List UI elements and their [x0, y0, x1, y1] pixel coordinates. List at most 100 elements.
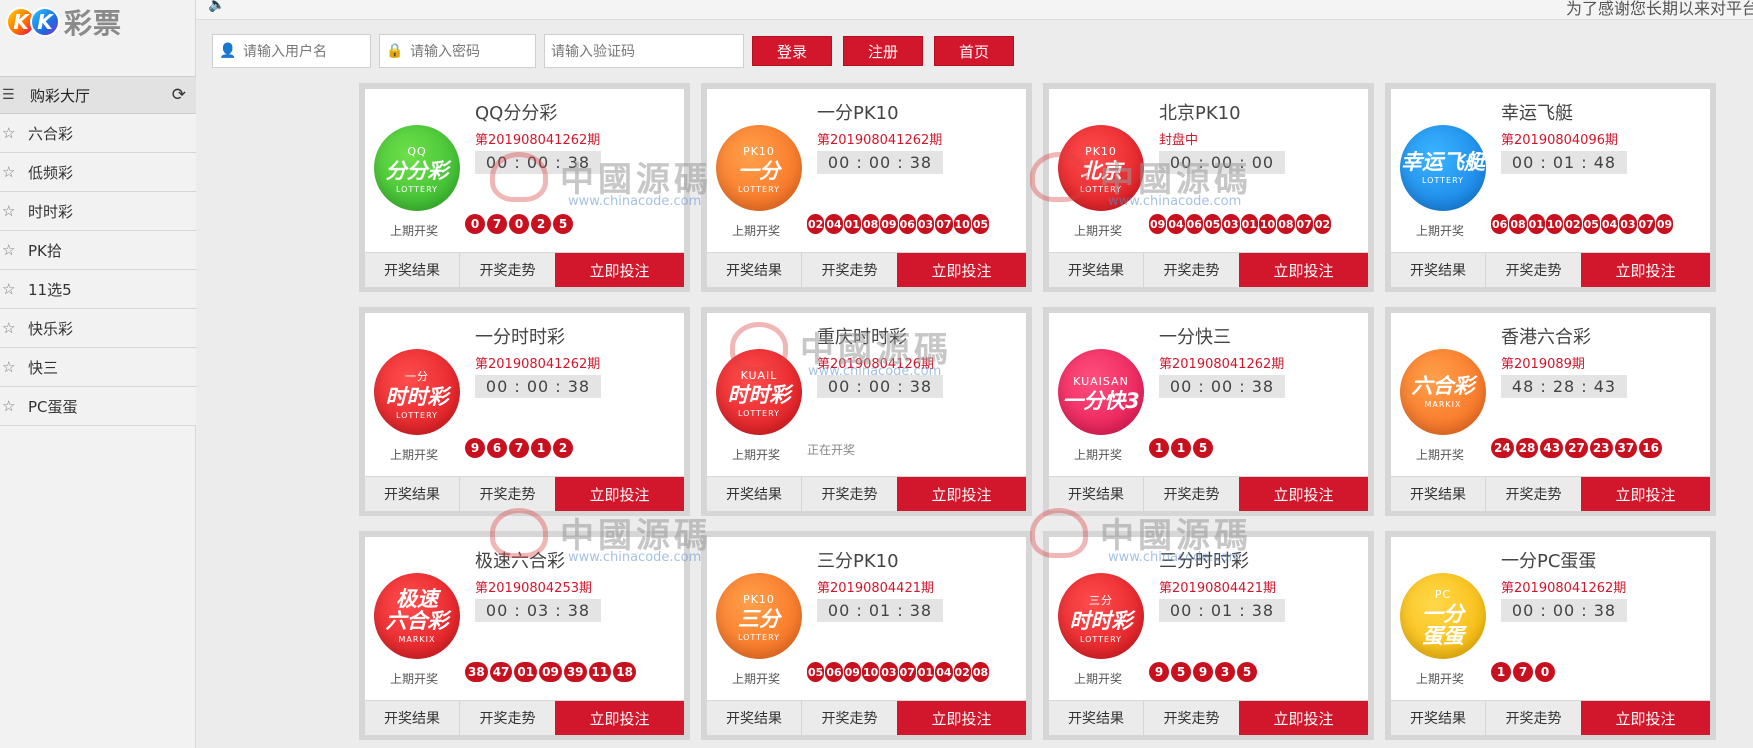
game-title[interactable]: 极速六合彩	[475, 547, 565, 573]
trend-button[interactable]: 开奖走势	[1486, 701, 1581, 735]
star-outline-icon: ☆	[2, 241, 16, 259]
trend-button[interactable]: 开奖走势	[802, 701, 897, 735]
game-logo[interactable]: QQ 分分彩 LOTTERY	[374, 125, 460, 211]
game-title[interactable]: QQ分分彩	[475, 99, 557, 125]
game-logo[interactable]: 一分 时时彩 LOTTERY	[374, 349, 460, 435]
game-logo[interactable]: 极速 六合彩 MARKIX	[374, 573, 460, 659]
trend-button[interactable]: 开奖走势	[802, 253, 897, 287]
game-logo[interactable]: PK10 北京 LOTTERY	[1058, 125, 1144, 211]
results-button[interactable]: 开奖结果	[1391, 477, 1486, 511]
game-title[interactable]: 三分PK10	[817, 547, 899, 573]
trend-button[interactable]: 开奖走势	[1486, 477, 1581, 511]
username-field[interactable]: 👤 请输入用户名	[212, 34, 371, 68]
trend-button[interactable]: 开奖走势	[1144, 253, 1239, 287]
home-button[interactable]: 首页	[934, 36, 1014, 66]
sidebar-item-11xuan5[interactable]: ☆ 11选5	[0, 270, 196, 309]
game-title[interactable]: 幸运飞艇	[1501, 99, 1573, 125]
results-button[interactable]: 开奖结果	[1049, 701, 1144, 735]
login-bar: 👤 请输入用户名 🔒 请输入密码 请输入验证码 登录 注册 首页	[212, 34, 1025, 68]
captcha-field[interactable]: 请输入验证码	[544, 34, 744, 68]
game-title[interactable]: 香港六合彩	[1501, 323, 1591, 349]
bet-now-button[interactable]: 立即投注	[1239, 253, 1368, 287]
results-button[interactable]: 开奖结果	[365, 477, 460, 511]
sidebar-item-kuaisan[interactable]: ☆ 快三	[0, 348, 196, 387]
game-title[interactable]: 一分PC蛋蛋	[1501, 547, 1596, 573]
game-logo[interactable]: PC 一分 蛋蛋	[1400, 573, 1486, 659]
login-button[interactable]: 登录	[752, 36, 832, 66]
game-logo[interactable]: 六合彩 MARKIX	[1400, 349, 1486, 435]
notice-strip: 🔈 为了感谢您长期以来对平台的信任与支持，为您	[196, 0, 1753, 20]
results-button[interactable]: 开奖结果	[707, 701, 802, 735]
game-title[interactable]: 重庆时时彩	[817, 323, 907, 349]
game-logo[interactable]: 三分 时时彩 LOTTERY	[1058, 573, 1144, 659]
sidebar-item-pk10[interactable]: ☆ PK拾	[0, 231, 196, 270]
star-outline-icon: ☆	[2, 319, 16, 337]
game-logo-sub-text: LOTTERY	[737, 633, 781, 642]
results-button[interactable]: 开奖结果	[1391, 701, 1486, 735]
star-outline-icon: ☆	[2, 163, 16, 181]
result-ball: 01	[514, 662, 538, 682]
refresh-icon[interactable]: ⟳	[172, 85, 186, 105]
bet-now-button[interactable]: 立即投注	[1239, 477, 1368, 511]
site-logo[interactable]: K K 彩票	[6, 2, 156, 42]
trend-button[interactable]: 开奖走势	[802, 477, 897, 511]
sidebar-item-kuailecai[interactable]: ☆ 快乐彩	[0, 309, 196, 348]
game-logo-top-text: 一分	[405, 369, 429, 383]
trend-button[interactable]: 开奖走势	[1486, 253, 1581, 287]
trend-button[interactable]: 开奖走势	[460, 477, 555, 511]
card-actions: 开奖结果 开奖走势 立即投注	[1391, 252, 1710, 287]
bet-now-button[interactable]: 立即投注	[555, 253, 684, 287]
result-balls: 24 28 43 27 23 37 16	[1491, 438, 1664, 458]
bet-now-button[interactable]: 立即投注	[897, 253, 1026, 287]
bet-now-button[interactable]: 立即投注	[897, 477, 1026, 511]
trend-button[interactable]: 开奖走势	[1144, 701, 1239, 735]
bet-now-button[interactable]: 立即投注	[897, 701, 1026, 735]
result-ball: 39	[563, 662, 587, 682]
last-draw-label: 上期开奖	[390, 224, 439, 238]
result-ball: 3	[1215, 662, 1235, 682]
bet-now-button[interactable]: 立即投注	[555, 701, 684, 735]
bet-now-button[interactable]: 立即投注	[555, 477, 684, 511]
star-outline-icon: ☆	[2, 202, 16, 220]
game-card: 六合彩 MARKIX 香港六合彩 第2019089期 48 : 28 : 43 上期开奖 2…	[1385, 307, 1716, 516]
game-title[interactable]: 北京PK10	[1159, 99, 1241, 125]
game-logo[interactable]: KUAIL 时时彩 LOTTERY	[716, 349, 802, 435]
password-field[interactable]: 🔒 请输入密码	[379, 34, 536, 68]
result-ball: 05	[1203, 214, 1222, 234]
sidebar-item-dipincai[interactable]: ☆ 低频彩	[0, 153, 196, 192]
results-button[interactable]: 开奖结果	[365, 253, 460, 287]
trend-button[interactable]: 开奖走势	[460, 701, 555, 735]
result-ball: 0	[1535, 662, 1555, 682]
results-button[interactable]: 开奖结果	[1049, 477, 1144, 511]
game-logo[interactable]: PK10 三分 LOTTERY	[716, 573, 802, 659]
bet-now-button[interactable]: 立即投注	[1239, 701, 1368, 735]
game-logo[interactable]: KUAISAN 一分快3	[1058, 349, 1144, 435]
game-title[interactable]: 三分时时彩	[1159, 547, 1249, 573]
game-period: 第201908041262期	[817, 133, 943, 148]
register-button[interactable]: 注册	[843, 36, 923, 66]
results-button[interactable]: 开奖结果	[707, 253, 802, 287]
result-ball: 38	[465, 662, 488, 682]
sidebar-item-shishicai[interactable]: ☆ 时时彩	[0, 192, 196, 231]
game-period: 第201908041262期	[475, 357, 601, 372]
results-button[interactable]: 开奖结果	[1049, 253, 1144, 287]
results-button[interactable]: 开奖结果	[707, 477, 802, 511]
sidebar-item-pcdandan[interactable]: ☆ PC蛋蛋	[0, 387, 196, 426]
results-button[interactable]: 开奖结果	[365, 701, 460, 735]
sidebar-item-label: PC蛋蛋	[28, 397, 78, 416]
results-button[interactable]: 开奖结果	[1391, 253, 1486, 287]
game-title[interactable]: 一分时时彩	[475, 323, 565, 349]
result-balls: 96712	[465, 438, 575, 458]
game-title[interactable]: 一分PK10	[817, 99, 899, 125]
game-title[interactable]: 一分快三	[1159, 323, 1231, 349]
trend-button[interactable]: 开奖走势	[1144, 477, 1239, 511]
bet-now-button[interactable]: 立即投注	[1581, 253, 1710, 287]
sidebar-item-liuhecai[interactable]: ☆ 六合彩	[0, 114, 196, 153]
game-logo[interactable]: 幸运飞艇 LOTTERY	[1400, 125, 1486, 211]
result-ball: 03	[1222, 214, 1240, 234]
bet-now-button[interactable]: 立即投注	[1581, 701, 1710, 735]
trend-button[interactable]: 开奖走势	[460, 253, 555, 287]
game-logo[interactable]: PK10 一分 LOTTERY	[716, 125, 802, 211]
menu-header[interactable]: ☰ 购彩大厅 ⟳	[0, 76, 196, 114]
bet-now-button[interactable]: 立即投注	[1581, 477, 1710, 511]
